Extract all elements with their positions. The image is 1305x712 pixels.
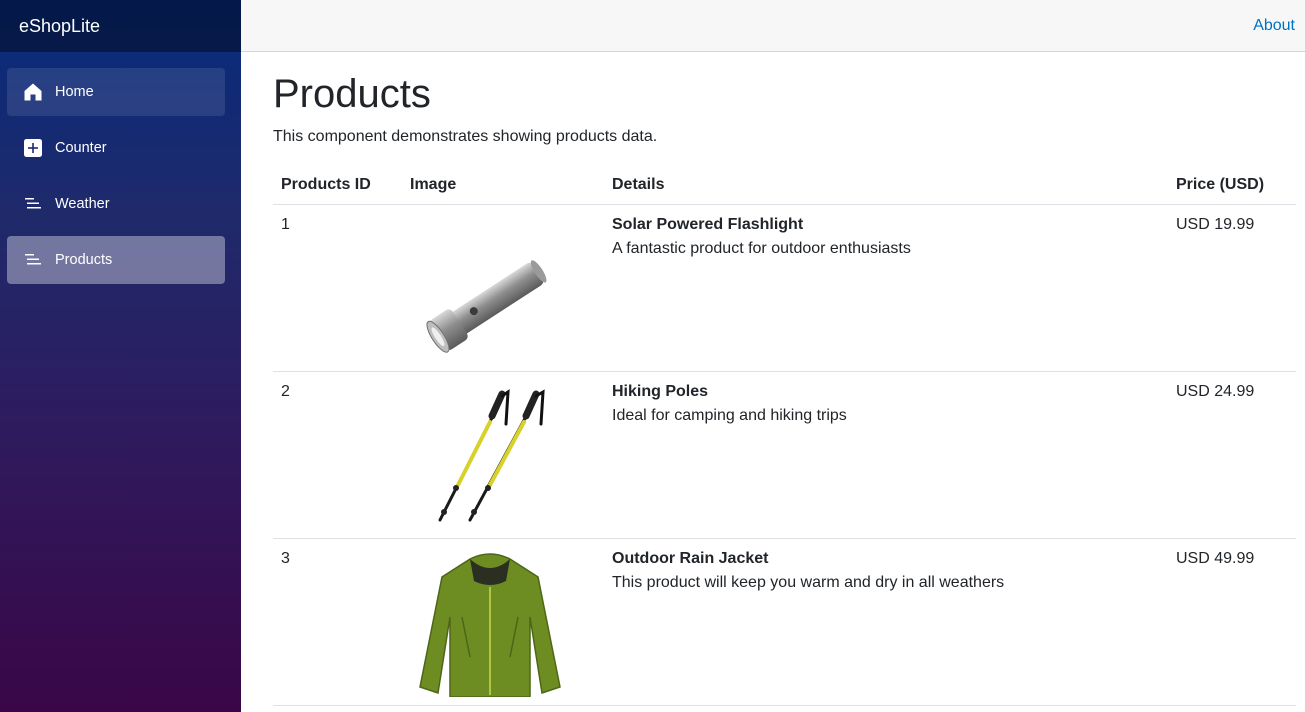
sidebar-item-weather[interactable]: Weather xyxy=(7,180,225,228)
product-description: A fantastic product for outdoor enthusia… xyxy=(612,239,911,257)
flashlight-image xyxy=(410,213,570,363)
product-name: Hiking Poles xyxy=(612,382,709,400)
nav-menu: Home Counter Weather Products xyxy=(0,52,241,284)
table-row: 1 Solar Powered Flashlight A fantastic p… xyxy=(273,204,1296,372)
app-root: eShopLite Home Counter Weather Products … xyxy=(0,0,1305,712)
plus-square-icon xyxy=(23,138,43,158)
product-description: This product will keep you warm and dry … xyxy=(612,573,1005,591)
brand-bar: eShopLite xyxy=(0,0,241,52)
product-id: 2 xyxy=(273,371,402,539)
product-description: Ideal for camping and hiking trips xyxy=(612,406,847,424)
column-header-price: Price (USD) xyxy=(1168,166,1296,205)
products-table: Products ID Image Details Price (USD) 1 xyxy=(273,166,1296,706)
page-description: This component demonstrates showing prod… xyxy=(273,128,658,145)
product-price: USD 49.99 xyxy=(1168,538,1296,706)
sidebar: eShopLite Home Counter Weather Products xyxy=(0,0,241,712)
product-details: Outdoor Rain Jacket This product will ke… xyxy=(604,538,1168,706)
product-price: USD 19.99 xyxy=(1168,204,1296,372)
product-name: Outdoor Rain Jacket xyxy=(612,549,769,567)
about-link[interactable]: About xyxy=(1253,17,1295,35)
product-id: 3 xyxy=(273,538,402,706)
product-price: USD 24.99 xyxy=(1168,371,1296,539)
column-header-image: Image xyxy=(402,166,604,205)
sidebar-item-label: Home xyxy=(55,84,94,100)
product-image-cell xyxy=(402,204,604,372)
rain-jacket-image xyxy=(410,547,570,698)
table-row: 2 Hiking Poles Ideal for camping and hik… xyxy=(273,371,1296,539)
main-content: Products This component demonstrates sho… xyxy=(273,52,1296,706)
product-name: Solar Powered Flashlight xyxy=(612,215,804,233)
top-row: About xyxy=(241,0,1305,52)
product-id: 1 xyxy=(273,204,402,372)
hiking-poles-image xyxy=(410,380,570,530)
column-header-id: Products ID xyxy=(273,166,402,205)
product-image-cell xyxy=(402,538,604,706)
product-details: Solar Powered Flashlight A fantastic pro… xyxy=(604,204,1168,372)
brand-link[interactable]: eShopLite xyxy=(19,16,100,37)
column-header-details: Details xyxy=(604,166,1168,205)
sidebar-item-label: Counter xyxy=(55,140,107,156)
list-icon xyxy=(23,250,43,270)
sidebar-item-label: Weather xyxy=(55,196,110,212)
sidebar-item-label: Products xyxy=(55,252,113,268)
table-header-row: Products ID Image Details Price (USD) xyxy=(273,166,1296,205)
table-row: 3 Outdoor Rain Jacket This product will … xyxy=(273,538,1296,706)
product-details: Hiking Poles Ideal for camping and hikin… xyxy=(604,371,1168,539)
sidebar-item-products[interactable]: Products xyxy=(7,236,225,284)
list-icon xyxy=(23,194,43,214)
sidebar-item-home[interactable]: Home xyxy=(7,68,225,116)
page-title: Products xyxy=(273,72,431,116)
product-image-cell xyxy=(402,371,604,539)
sidebar-item-counter[interactable]: Counter xyxy=(7,124,225,172)
home-icon xyxy=(23,82,43,102)
